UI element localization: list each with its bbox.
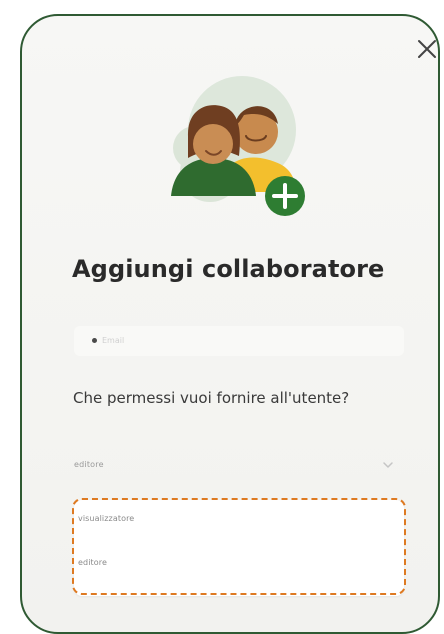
dialog-title: Aggiungi collaboratore <box>72 255 385 283</box>
permission-select[interactable]: editore <box>74 452 404 480</box>
email-placeholder: Email <box>102 336 125 345</box>
chevron-down-icon <box>383 462 393 468</box>
permission-options-list: visualizzatore editore <box>74 500 404 596</box>
permission-question: Che permessi vuoi fornire all'utente? <box>73 389 350 407</box>
email-field[interactable]: Email <box>74 326 404 356</box>
add-collaborator-illustration <box>171 76 305 216</box>
permission-option-editore[interactable]: editore <box>78 550 378 576</box>
close-icon[interactable] <box>414 36 440 62</box>
email-icon <box>92 338 97 343</box>
permission-option-visualizzatore[interactable]: visualizzatore <box>78 506 378 532</box>
permission-select-value: editore <box>74 460 104 469</box>
